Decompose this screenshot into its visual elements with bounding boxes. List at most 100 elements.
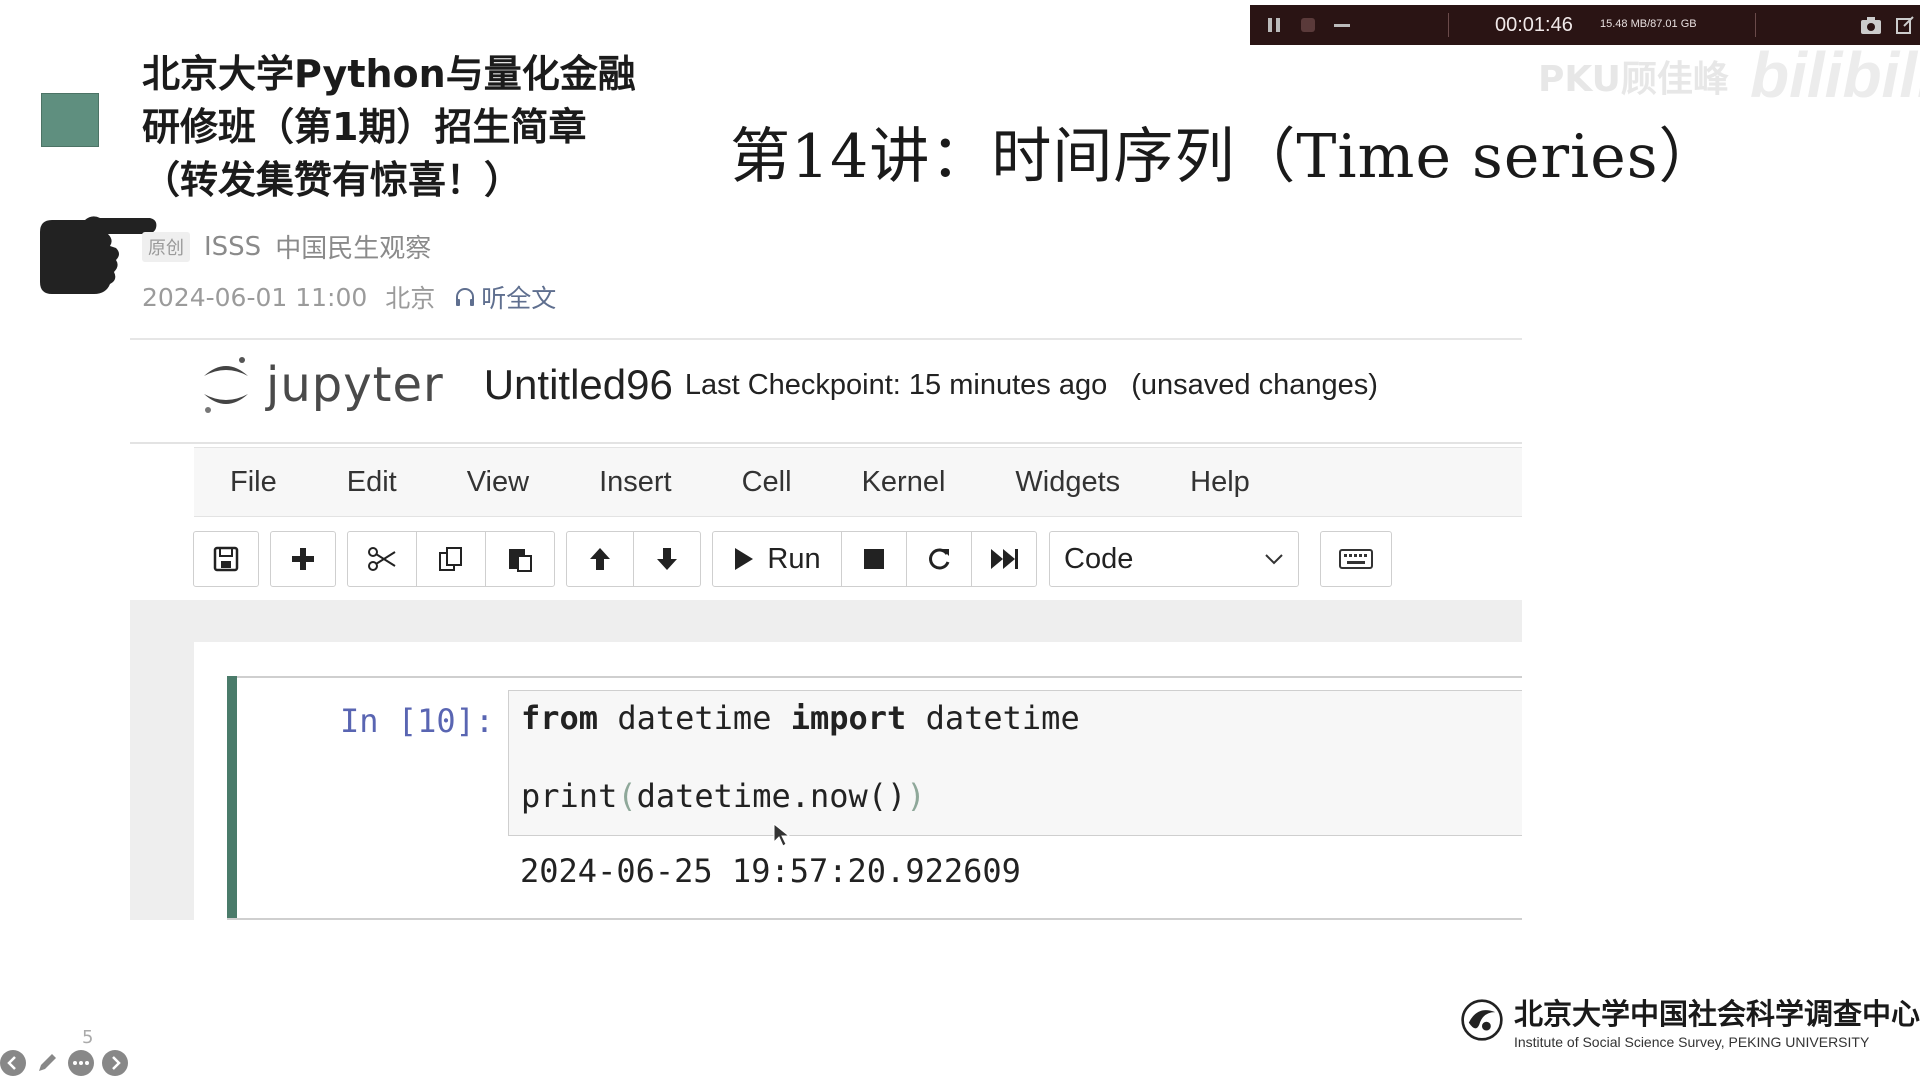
author-isss[interactable]: ISSS [204, 232, 261, 262]
slide-number: 5 [82, 1027, 94, 1048]
arrow-up-icon [590, 548, 610, 570]
last-checkpoint: Last Checkpoint: 15 minutes ago [684, 368, 1108, 401]
article-meta-authors: 原创 ISSS 中国民生观察 [142, 228, 431, 265]
more-options-button[interactable] [68, 1050, 94, 1076]
separator [1448, 13, 1449, 37]
listen-label: 听全文 [481, 284, 557, 313]
arrow-right-icon [112, 1056, 121, 1070]
keyword-import: import [790, 699, 907, 737]
restart-icon [929, 548, 950, 570]
copy-button[interactable] [416, 531, 486, 587]
camera-icon[interactable] [1860, 15, 1882, 35]
uploader-watermark: PKU顾佳峰 [1538, 59, 1729, 100]
minimize-icon[interactable] [1332, 15, 1352, 35]
jupyter-header: jupyter Untitled96 Last Checkpoint: 15 m… [200, 350, 1378, 420]
article-title-line-1: 北京大学Python与量化金融 [142, 52, 636, 96]
menu-edit[interactable]: Edit [347, 466, 397, 499]
keyboard-icon [1339, 549, 1373, 569]
command-palette-button[interactable] [1320, 531, 1392, 587]
arrow-left-icon [7, 1056, 16, 1070]
slide-nav [0, 1050, 128, 1076]
save-status: (unsaved changes) [1131, 368, 1378, 401]
print-function: print [521, 777, 618, 815]
cell-border [237, 676, 1522, 678]
notebook-name[interactable]: Untitled96 [484, 361, 673, 409]
menu-kernel[interactable]: Kernel [862, 466, 946, 499]
cell-output: 2024-06-25 19:57:20.922609 [520, 852, 1021, 890]
menu-cell[interactable]: Cell [742, 466, 792, 499]
headphones-icon [456, 288, 475, 306]
ellipsis-icon [73, 1061, 89, 1065]
recording-storage: 15.48 MB/87.01 GB [1600, 18, 1697, 30]
article-thumbnail[interactable] [41, 93, 99, 147]
restart-button[interactable] [906, 531, 972, 587]
menu-insert[interactable]: Insert [599, 466, 672, 499]
save-button[interactable] [193, 531, 259, 587]
close-paren: ) [906, 777, 926, 815]
menu-bar: File Edit View Insert Cell Kernel Widget… [194, 447, 1522, 517]
pause-icon[interactable] [1264, 15, 1284, 35]
author-account[interactable]: 中国民生观察 [275, 228, 431, 265]
menu-file[interactable]: File [230, 466, 277, 499]
cut-button[interactable] [347, 531, 417, 587]
article-title-line-2: 研修班（第1期）招生简章 [142, 105, 587, 149]
publish-date: 2024-06-01 11:00 [142, 282, 368, 312]
next-slide-button[interactable] [102, 1050, 128, 1076]
code-editor[interactable]: from datetime import datetime print(date… [508, 690, 1522, 836]
paste-button[interactable] [485, 531, 555, 587]
stop-record-icon[interactable] [1298, 15, 1318, 35]
insert-cell-button[interactable] [270, 531, 336, 587]
pen-tool-button[interactable] [34, 1050, 60, 1076]
mouse-cursor-icon [773, 822, 791, 847]
prev-slide-button[interactable] [0, 1050, 26, 1076]
run-label: Run [767, 542, 821, 575]
article-title-line-3: （转发集赞有惊喜！） [142, 158, 523, 202]
jupyter-logo-icon[interactable] [200, 354, 252, 416]
edit-icon[interactable] [1895, 15, 1915, 35]
run-button[interactable]: Run [712, 531, 842, 587]
jupyter-logo-text: jupyter [266, 357, 444, 413]
datetime-call: datetime.now() [636, 777, 907, 815]
pen-icon [39, 1054, 56, 1071]
module-name: datetime [598, 699, 791, 737]
separator [1755, 13, 1756, 37]
move-up-button[interactable] [566, 531, 634, 587]
code-line-1: from datetime import datetime [521, 699, 1080, 737]
isss-emblem-icon [1461, 999, 1503, 1041]
chevron-down-icon [1265, 554, 1283, 565]
import-name: datetime [906, 699, 1080, 737]
fast-forward-icon [991, 549, 1018, 569]
menu-help[interactable]: Help [1190, 466, 1250, 499]
move-down-button[interactable] [633, 531, 701, 587]
menu-view[interactable]: View [467, 466, 529, 499]
org-name-en: Institute of Social Science Survey, PEKI… [1513, 1033, 1870, 1050]
arrow-down-icon [657, 548, 677, 570]
open-paren: ( [617, 777, 637, 815]
divider [130, 442, 1522, 444]
plus-icon [292, 548, 314, 570]
paste-icon [509, 549, 532, 572]
cell-type-select[interactable]: Code [1049, 531, 1299, 587]
play-icon [735, 548, 754, 570]
menu-widgets[interactable]: Widgets [1015, 466, 1120, 499]
recording-time: 00:01:46 [1495, 14, 1573, 36]
code-line-2: print(datetime.now()) [521, 777, 926, 815]
stop-icon [864, 549, 884, 569]
org-name-cn: 北京大学中国社会科学调查中心 [1513, 996, 1920, 1031]
restart-run-all-button[interactable] [971, 531, 1037, 587]
article-title[interactable]: 北京大学Python与量化金融 研修班（第1期）招生简章 （转发集赞有惊喜！） [142, 48, 662, 207]
divider [130, 338, 1522, 340]
scissors-icon [368, 547, 396, 571]
keyword-from: from [521, 699, 599, 737]
copy-icon [439, 547, 462, 571]
original-badge: 原创 [142, 231, 190, 262]
notebook-toolbar: Run Code [193, 530, 1404, 588]
save-icon [213, 546, 239, 572]
article-meta-date: 2024-06-01 11:00 北京 听全文 [142, 279, 556, 315]
interrupt-button[interactable] [841, 531, 907, 587]
bilibili-watermark: bilibili [1750, 39, 1920, 111]
listen-button[interactable]: 听全文 [453, 279, 556, 315]
isss-logo: 北京大学中国社会科学调查中心 Institute of Social Scien… [1460, 990, 1920, 1050]
publish-location: 北京 [385, 284, 436, 313]
cell-type-value: Code [1064, 542, 1134, 575]
